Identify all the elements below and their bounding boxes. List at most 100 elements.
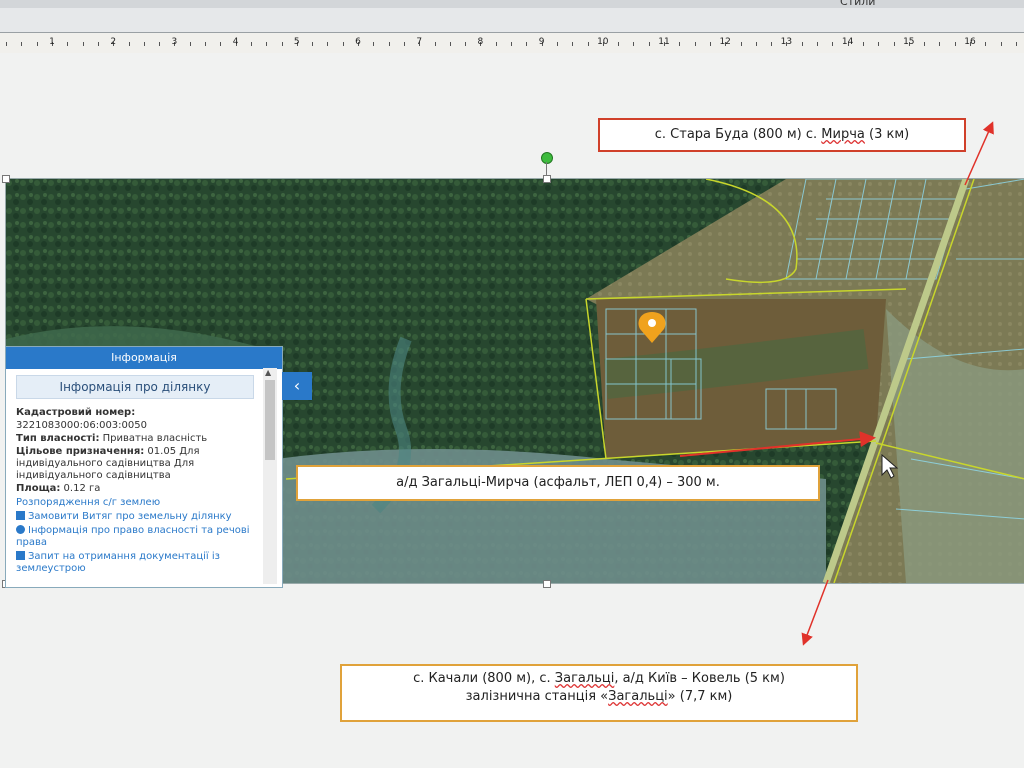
ruler-tick [587,42,589,46]
docs-request-link[interactable]: Запит на отримання документації із земле… [16,551,254,575]
ruler-tick [67,42,69,46]
ruler-number: 11 [658,37,670,47]
callout-top-text-2: Мирча [821,127,865,142]
ruler-number: 9 [538,37,545,47]
callout-kachaly-zahaltsi: с. Качали (800 м), с. Загальці, а/д Київ… [340,664,858,722]
collapse-panel-button[interactable]: ‹ [282,372,312,400]
area-value: 0.12 га [60,483,101,494]
ruler-tick [679,42,681,46]
ruler-tick [373,42,375,46]
land-disposal-link[interactable]: Розпорядження с/г землею [16,497,254,509]
ruler-number: 4 [232,37,239,47]
ruler-tick [862,42,864,46]
ruler-tick [771,42,773,46]
horizontal-ruler[interactable]: 1234567891011121314151617 [0,32,1024,54]
ruler-number: 13 [780,37,793,47]
ruler-tick [893,42,895,46]
ruler-number: 1 [49,37,55,47]
ruler-number: 12 [719,37,731,47]
callout-road-zahaltsi-myrcha: а/д Загальці-Мирча (асфальт, ЛЕП 0,4) – … [296,465,820,501]
ruler-tick [250,42,252,46]
ruler-number: 8 [477,37,484,47]
area-label: Площа: [16,483,61,494]
scroll-thumb[interactable] [265,380,275,460]
styles-label[interactable]: Стили [840,0,875,8]
ruler-tick [82,42,84,46]
chevron-left-icon: ‹ [293,376,301,395]
ruler-tick [143,42,145,46]
ruler-tick [434,42,436,46]
ruler-tick [817,42,818,46]
ruler-tick [755,42,757,46]
ruler-tick [633,42,635,46]
ruler-tick [342,42,344,46]
ruler-tick [832,42,834,46]
ruler-tick [924,42,926,46]
ruler-tick [388,42,390,46]
resize-handle-bm[interactable] [543,580,551,588]
ruler-number: 3 [171,37,178,47]
ruler-tick [159,42,161,46]
ruler-number: 16 [964,37,976,47]
ruler-tick [1000,42,1002,46]
ruler-tick [618,42,620,46]
ruler-tick [465,42,467,46]
cadastral-label: Кадастровий номер: [16,407,136,418]
callout-bottom-line2: залізнична станція «Загальці» (7,7 км) [465,689,733,704]
document-icon [16,511,25,520]
ruler-tick [36,42,38,46]
ruler-number: 7 [416,37,423,47]
callout-top-text-3: (3 км) [864,127,910,142]
purpose-label: Цільове призначення: [16,446,145,457]
ownership-info-link[interactable]: Інформація про право власності та речові… [16,525,254,549]
callout-bottom-line1: с. Качали (800 м), с. Загальці, а/д Київ… [413,671,785,686]
panel-scrollbar[interactable]: ▲ [263,368,277,584]
ruler-tick [878,42,880,46]
ruler-tick [954,42,956,46]
ruler-number: 14 [841,37,854,47]
order-extract-link[interactable]: Замовити Витяг про земельну ділянку [16,511,254,523]
ruler-tick [740,42,742,46]
ruler-tick [511,42,512,46]
ruler-tick [495,42,497,46]
panel-subtitle: Інформація про ділянку [16,375,254,399]
ruler-tick [939,42,941,46]
panel-body: Кадастровий номер: 3221083000:06:003:005… [6,407,282,575]
ruler-tick [327,42,329,46]
ruler-number: 2 [110,37,117,47]
ruler-number: 6 [355,37,361,47]
rotate-handle[interactable] [541,152,553,164]
ruler-tick [1015,42,1017,46]
ruler-tick [128,42,130,46]
ruler-tick [403,42,405,46]
ruler-number: 15 [903,37,915,47]
ruler-tick [985,42,987,46]
ruler-tick [648,42,650,46]
ruler-tick [205,42,206,46]
callout-top-text-1: с. Стара Буда (800 м) с. [654,127,822,142]
ruler-number: 5 [293,37,300,47]
ruler-tick [281,42,283,46]
scroll-up-icon[interactable]: ▲ [265,368,271,377]
ruler-tick [572,42,574,46]
parcel-info-panel: Інформація Інформація про ділянку Кадаст… [5,346,283,588]
ruler-tick [449,42,451,46]
ruler-tick [266,42,268,46]
ownership-label: Тип власності: [16,433,100,444]
cadastral-value: 3221083000:06:003:0050 [16,420,147,431]
ownership-value: Приватна власність [99,433,208,444]
document-icon [16,551,25,560]
ruler-tick [189,42,191,46]
panel-header: Інформація [6,347,282,369]
rotate-handle-stem [546,162,547,176]
resize-handle-tl[interactable] [2,175,10,183]
ruler-tick [556,42,558,46]
ruler-tick [709,42,711,46]
ruler-number: 10 [597,37,609,47]
callout-stara-buda: с. Стара Буда (800 м) с. Мирча (3 км) [598,118,966,152]
ruler-tick [312,42,314,46]
resize-handle-tm[interactable] [543,175,551,183]
ruler-tick [220,42,222,46]
ruler-tick [21,42,23,46]
ruler-tick [97,42,99,46]
